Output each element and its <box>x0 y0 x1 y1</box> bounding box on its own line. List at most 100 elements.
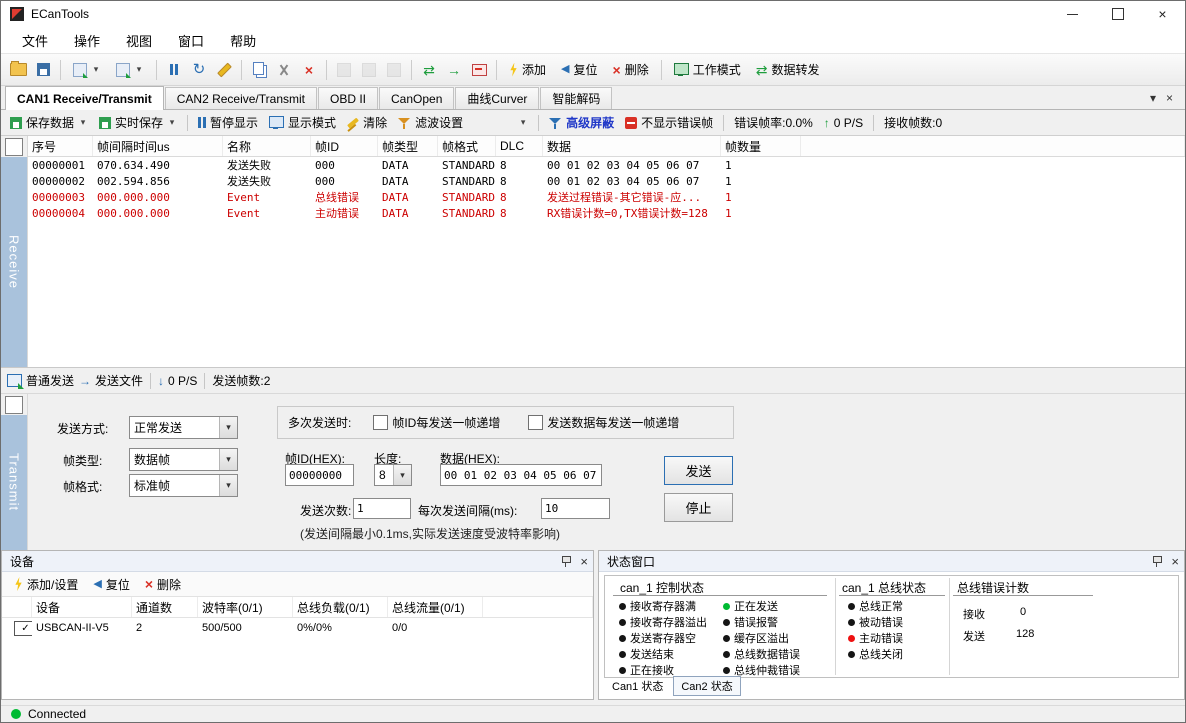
column-header[interactable]: 总线负载(0/1) <box>293 597 388 617</box>
tab-curver[interactable]: 曲线Curver <box>455 87 539 109</box>
cut-button[interactable] <box>273 59 295 81</box>
table-row[interactable]: 00000002002.594.856发送失败000DATASTANDARD80… <box>28 173 1185 189</box>
hide-error-frames-button[interactable]: 不显示错误帧 <box>622 112 716 133</box>
filter-settings-dropdown[interactable]: 滤波设置▾ <box>395 112 531 133</box>
table-row-error[interactable]: 00000004000.000.000Event主动错误DATASTANDARD… <box>28 205 1185 221</box>
tab-close-icon[interactable]: × <box>1166 91 1173 105</box>
tab-smart-decode[interactable]: 智能解码 <box>540 87 612 109</box>
reset-button[interactable]: ◀复位 <box>555 59 603 81</box>
column-header[interactable]: 设备 <box>32 597 132 617</box>
tab-can1-status[interactable]: Can1 状态 <box>605 677 670 695</box>
swap-button[interactable]: ⇄ <box>418 59 440 81</box>
table-row[interactable]: 00000001070.634.490发送失败000DATASTANDARD80… <box>28 157 1185 173</box>
device-delete-button[interactable]: ×删除 <box>139 573 187 595</box>
table-row-error[interactable]: 00000003000.000.000Event总线错误DATASTANDARD… <box>28 189 1185 205</box>
interval-input[interactable] <box>541 498 610 519</box>
frame-id-input[interactable] <box>285 464 354 486</box>
panel-close-icon[interactable]: × <box>580 555 588 568</box>
chevron-down-icon: ▾ <box>219 449 237 470</box>
stop-button[interactable]: 停止 <box>664 493 733 522</box>
open-button[interactable] <box>7 59 29 81</box>
select-all-box[interactable] <box>5 138 23 156</box>
select-all-box[interactable] <box>5 396 23 414</box>
export-dropdown-button[interactable]: ▾ <box>67 59 107 81</box>
status-label: 总线正常 <box>859 598 903 614</box>
table-cell: DATA <box>378 191 438 204</box>
data-forward-button[interactable]: ⇄数据转发 <box>750 59 826 81</box>
normal-send-label: 普通发送 <box>26 372 74 389</box>
column-header[interactable]: DLC <box>496 136 543 156</box>
column-header[interactable]: 数据 <box>543 136 721 156</box>
column-header[interactable]: 帧数量 <box>721 136 801 156</box>
refresh-button[interactable]: ↻ <box>188 59 210 81</box>
device-add-button[interactable]: 添加/设置 <box>8 573 84 595</box>
frame-format-select[interactable]: 标准帧 ▾ <box>129 474 238 497</box>
device-baud: 500/500 <box>198 622 293 634</box>
pause-display-button[interactable]: 暂停显示 <box>195 112 261 133</box>
tab-can1-receive-transmit[interactable]: CAN1 Receive/Transmit <box>5 86 164 110</box>
close-button[interactable]: × <box>1140 1 1185 27</box>
menu-window[interactable]: 窗口 <box>165 27 217 53</box>
minimize-button[interactable] <box>1050 1 1095 27</box>
panel-close-icon[interactable]: × <box>1171 555 1179 568</box>
data-hex-input[interactable] <box>440 464 602 486</box>
send-mode-select[interactable]: 正常发送 ▾ <box>129 416 238 439</box>
menu-view[interactable]: 视图 <box>113 27 165 53</box>
add-button[interactable]: 添加 <box>503 59 552 81</box>
copy-disabled-button[interactable] <box>358 59 380 81</box>
column-header[interactable]: 帧类型 <box>378 136 438 156</box>
tab-obd2[interactable]: OBD II <box>318 87 378 109</box>
device-reset-button[interactable]: ◀复位 <box>87 573 135 595</box>
send-times-input[interactable] <box>353 498 411 519</box>
advanced-mask-button[interactable]: 高级屏蔽 <box>546 112 617 133</box>
column-header[interactable]: 帧间隔时间us <box>93 136 223 156</box>
pause-button[interactable] <box>163 59 185 81</box>
send-button[interactable]: 发送 <box>664 456 733 485</box>
column-header[interactable]: 帧ID <box>311 136 378 156</box>
column-header[interactable]: 波特率(0/1) <box>198 597 293 617</box>
pin-icon[interactable] <box>560 555 572 568</box>
work-mode-button[interactable]: 工作模式 <box>668 59 747 81</box>
device-checkbox[interactable]: ✓ <box>14 621 32 636</box>
normal-send-button[interactable]: 普通发送 <box>7 372 74 389</box>
menu-operate[interactable]: 操作 <box>61 27 113 53</box>
maximize-button[interactable] <box>1095 1 1140 27</box>
column-header[interactable]: 通道数 <box>132 597 198 617</box>
pin-icon[interactable] <box>1151 555 1163 568</box>
paste-disabled-button[interactable] <box>383 59 405 81</box>
realtime-save-button[interactable]: 实时保存▾ <box>96 112 180 133</box>
frame-type-select[interactable]: 数据帧 ▾ <box>129 448 238 471</box>
stop-display-button[interactable] <box>468 59 490 81</box>
tab-canopen[interactable]: CanOpen <box>379 87 454 109</box>
table-cell: 1 <box>721 207 801 220</box>
column-header[interactable]: 序号 <box>28 136 93 156</box>
device-row[interactable]: ✓ USBCAN-II-V5 2 500/500 0%/0% 0/0 <box>2 618 593 638</box>
transmit-strip-band[interactable]: Transmit <box>1 415 27 550</box>
title-bar: ECanTools × <box>1 1 1185 27</box>
maximize-icon <box>1112 8 1124 20</box>
receive-strip-band[interactable]: Receive <box>1 157 27 367</box>
menu-help[interactable]: 帮助 <box>217 27 269 53</box>
cut-disabled-button[interactable] <box>333 59 355 81</box>
length-select[interactable]: 8 ▾ <box>374 464 412 486</box>
edit-button[interactable] <box>213 59 235 81</box>
column-header[interactable]: 总线流量(0/1) <box>388 597 483 617</box>
display-mode-button[interactable]: 显示模式 <box>266 112 339 133</box>
import-dropdown-button[interactable]: ▾ <box>110 59 150 81</box>
forward-button[interactable]: → <box>443 59 465 81</box>
copy-button[interactable] <box>248 59 270 81</box>
remove-button[interactable]: × <box>298 59 320 81</box>
save-data-button[interactable]: 保存数据▾ <box>7 112 91 133</box>
column-header[interactable]: 帧格式 <box>438 136 496 156</box>
tab-can2-status[interactable]: Can2 状态 <box>673 676 740 696</box>
increment-data-checkbox[interactable] <box>528 415 543 430</box>
save-button[interactable] <box>32 59 54 81</box>
delete-button[interactable]: ×删除 <box>607 59 655 81</box>
tab-can2-receive-transmit[interactable]: CAN2 Receive/Transmit <box>165 87 317 109</box>
increment-id-checkbox[interactable] <box>373 415 388 430</box>
menu-file[interactable]: 文件 <box>9 27 61 53</box>
column-header[interactable]: 名称 <box>223 136 311 156</box>
clear-button[interactable]: 清除 <box>344 112 390 133</box>
tab-list-dropdown-icon[interactable]: ▾ <box>1150 91 1156 105</box>
send-file-button[interactable]: →发送文件 <box>79 372 143 389</box>
